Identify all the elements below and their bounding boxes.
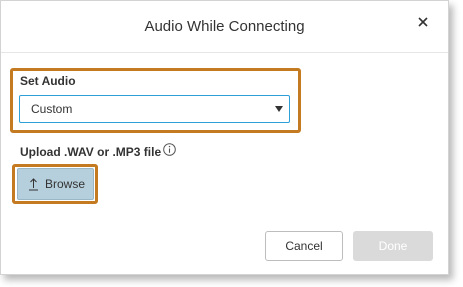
info-icon[interactable] <box>163 143 176 156</box>
set-audio-label: Set Audio <box>20 74 76 88</box>
cancel-button[interactable]: Cancel <box>265 231 343 261</box>
set-audio-select[interactable]: Custom <box>19 95 290 123</box>
upload-arrow-icon <box>29 178 38 191</box>
close-icon[interactable] <box>416 15 430 29</box>
browse-button-label: Browse <box>45 177 86 191</box>
browse-button[interactable]: Browse <box>17 168 94 200</box>
done-button[interactable]: Done <box>353 231 433 261</box>
dialog-title: Audio While Connecting <box>144 18 305 35</box>
chevron-down-icon <box>275 106 283 112</box>
dialog-header: Audio While Connecting <box>1 1 448 53</box>
set-audio-selected-value: Custom <box>31 102 73 116</box>
upload-label: Upload .WAV or .MP3 file <box>20 145 162 159</box>
audio-while-connecting-dialog: Audio While Connecting Set Audio Custom … <box>0 0 449 275</box>
